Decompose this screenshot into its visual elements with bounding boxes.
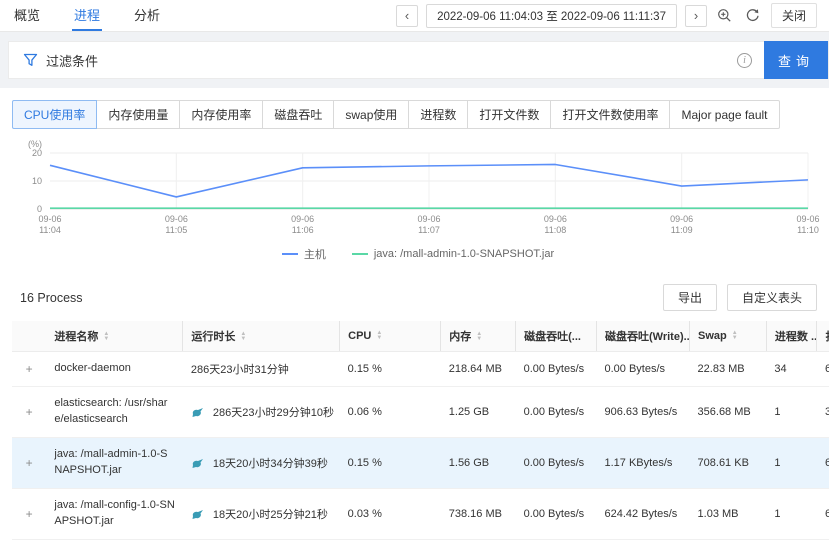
table-row-selected: + java: /mall-admin-1.0-SNAPSHOT.jar 18天… <box>12 437 829 488</box>
filter-bar: 过滤条件 i 查询 <box>8 41 829 79</box>
col-process-name[interactable]: 进程名称▲▼ <box>46 321 183 352</box>
query-button[interactable]: 查询 <box>764 41 828 79</box>
export-button[interactable]: 导出 <box>663 284 717 311</box>
svg-text:11:04: 11:04 <box>39 225 61 235</box>
svg-text:09-06: 09-06 <box>544 214 567 224</box>
sort-icon: ▲▼ <box>476 332 482 342</box>
expand-row-icon[interactable]: + <box>12 488 46 539</box>
sort-icon: ▲▼ <box>376 331 382 341</box>
table-header-row: 进程名称▲▼ 运行时长▲▼ CPU▲▼ 内存▲▼ 磁盘吞吐(... 磁盘吞吐(W… <box>12 321 829 352</box>
legend-swatch-java-process <box>352 253 368 255</box>
chart-legend: 主机 java: /mall-admin-1.0-SNAPSHOT.jar <box>12 246 824 262</box>
expand-row-icon[interactable]: + <box>12 387 46 438</box>
col-swap[interactable]: Swap▲▼ <box>690 321 767 352</box>
svg-text:11:06: 11:06 <box>292 225 314 235</box>
refresh-icon[interactable] <box>743 6 763 26</box>
table-row: + elasticsearch: /usr/share/elasticsearc… <box>12 387 829 438</box>
time-prev-button[interactable]: ‹ <box>396 5 418 27</box>
svg-text:09-06: 09-06 <box>291 214 314 224</box>
table-row: + docker-daemon 286天23小时31分钟 0.15 % 218.… <box>12 352 829 387</box>
tab-analysis[interactable]: 分析 <box>132 0 162 31</box>
svg-text:11:08: 11:08 <box>544 225 566 235</box>
process-count-title: 16 Process <box>20 291 83 305</box>
filter-funnel-icon <box>23 53 38 67</box>
tab-process[interactable]: 进程 <box>72 0 102 31</box>
process-panel: CPU使用率 内存使用量 内存使用率 磁盘吞吐 swap使用 进程数 打开文件数… <box>0 88 829 540</box>
sort-icon: ▲▼ <box>732 331 738 341</box>
col-memory[interactable]: 内存▲▼ <box>441 321 516 352</box>
process-name[interactable]: docker-daemon <box>46 352 183 387</box>
svg-text:09-06: 09-06 <box>796 214 819 224</box>
svg-text:11:10: 11:10 <box>797 225 819 235</box>
process-name[interactable]: java: /mall-admin-1.0-SNAPSHOT.jar <box>46 437 183 488</box>
svg-text:0: 0 <box>37 204 42 214</box>
col-cpu[interactable]: CPU▲▼ <box>340 321 441 352</box>
metric-tab-open-files-rate[interactable]: 打开文件数使用率 <box>550 100 670 129</box>
info-icon[interactable]: i <box>737 53 752 68</box>
metric-tab-disk[interactable]: 磁盘吞吐 <box>262 100 334 129</box>
process-table: 进程名称▲▼ 运行时长▲▼ CPU▲▼ 内存▲▼ 磁盘吞吐(... 磁盘吞吐(W… <box>12 321 829 540</box>
legend-item-java-process[interactable]: java: /mall-admin-1.0-SNAPSHOT.jar <box>352 246 554 262</box>
metric-tab-swap[interactable]: swap使用 <box>333 100 409 129</box>
col-process-count[interactable]: 进程数 ... <box>766 321 817 352</box>
metric-tab-proc-count[interactable]: 进程数 <box>408 100 468 129</box>
java-app-icon <box>191 457 207 469</box>
svg-text:20: 20 <box>32 148 42 158</box>
col-open-files[interactable]: 打开 <box>817 321 829 352</box>
col-runtime[interactable]: 运行时长▲▼ <box>183 321 340 352</box>
close-button[interactable]: 关闭 <box>771 3 817 28</box>
metric-tab-group: CPU使用率 内存使用量 内存使用率 磁盘吞吐 swap使用 进程数 打开文件数… <box>12 100 780 129</box>
table-row: + java: /mall-config-1.0-SNAPSHOT.jar 18… <box>12 488 829 539</box>
time-next-button[interactable]: › <box>685 5 707 27</box>
metric-tab-mem-rate[interactable]: 内存使用率 <box>179 100 263 129</box>
svg-text:11:05: 11:05 <box>165 225 187 235</box>
legend-swatch-host <box>282 253 298 255</box>
svg-text:09-06: 09-06 <box>38 214 61 224</box>
svg-text:09-06: 09-06 <box>670 214 693 224</box>
expand-row-icon[interactable]: + <box>12 352 46 387</box>
svg-text:10: 10 <box>32 176 42 186</box>
sort-icon: ▲▼ <box>240 332 246 342</box>
top-tab-bar: 概览 进程 分析 ‹ 2022-09-06 11:04:03 至 2022-09… <box>0 0 829 32</box>
sort-icon: ▲▼ <box>103 332 109 342</box>
legend-item-host[interactable]: 主机 <box>282 246 326 262</box>
svg-text:11:09: 11:09 <box>671 225 693 235</box>
zoom-in-icon[interactable] <box>715 6 735 26</box>
svg-text:09-06: 09-06 <box>165 214 188 224</box>
col-disk-write[interactable]: 磁盘吞吐(Write)... <box>597 321 690 352</box>
metric-tab-major-page-fault[interactable]: Major page fault <box>669 100 779 129</box>
java-app-icon <box>191 406 207 418</box>
filter-label: 过滤条件 <box>46 51 98 70</box>
java-app-icon <box>191 508 207 520</box>
col-disk-read[interactable]: 磁盘吞吐(... <box>516 321 597 352</box>
metric-tab-mem-usage[interactable]: 内存使用量 <box>96 100 180 129</box>
process-name[interactable]: elasticsearch: /usr/share/elasticsearch <box>46 387 183 438</box>
cpu-usage-chart: (%)0102009-0611:0409-0611:0509-0611:0609… <box>12 139 820 241</box>
metric-tab-open-files[interactable]: 打开文件数 <box>467 100 551 129</box>
process-name[interactable]: java: /mall-config-1.0-SNAPSHOT.jar <box>46 488 183 539</box>
svg-text:09-06: 09-06 <box>417 214 440 224</box>
tab-overview[interactable]: 概览 <box>12 0 42 31</box>
svg-text:11:07: 11:07 <box>418 225 440 235</box>
time-range-picker[interactable]: 2022-09-06 11:04:03 至 2022-09-06 11:11:3… <box>426 4 677 28</box>
customize-columns-button[interactable]: 自定义表头 <box>727 284 817 311</box>
expand-row-icon[interactable]: + <box>12 437 46 488</box>
metric-tab-cpu[interactable]: CPU使用率 <box>12 100 97 129</box>
col-expand <box>12 321 46 352</box>
